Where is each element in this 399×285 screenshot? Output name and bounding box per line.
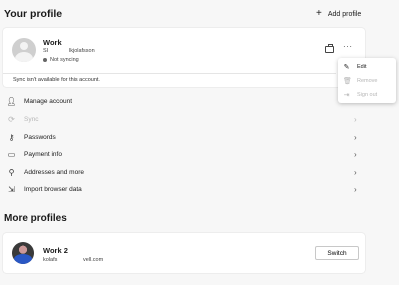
profile-user: kolafs (43, 257, 58, 263)
key-icon: ⚷ (8, 133, 15, 142)
profile-initials: SI (43, 48, 49, 54)
work-profile-icon (325, 44, 334, 53)
settings-item-payment-info[interactable]: ▭ Payment info › (0, 146, 366, 163)
chevron-right-icon: › (354, 150, 357, 159)
import-icon: ⇲ (8, 185, 15, 194)
add-profile-label: Add profile (327, 10, 362, 18)
chevron-right-icon: › (354, 168, 357, 177)
settings-item-manage-account[interactable]: 👤︎ Manage account (0, 93, 366, 110)
chevron-right-icon: › (354, 133, 357, 142)
profile-name: Work (43, 38, 62, 47)
other-profile-card: Work 2 kolafs vell.com Switch (3, 233, 365, 273)
settings-item-label: Sync (24, 116, 39, 123)
trash-icon: 🗑 (343, 78, 352, 85)
location-pin-icon: ⚲ (8, 168, 15, 177)
page-title: Your profile (4, 8, 63, 20)
add-profile-button[interactable]: + Add profile (316, 9, 361, 19)
switch-button[interactable]: Switch (315, 246, 359, 260)
menu-item-label: Remove (357, 78, 378, 84)
person-icon: 👤︎ (6, 97, 17, 106)
settings-item-import-data[interactable]: ⇲ Import browser data › (0, 181, 366, 198)
settings-item-label: Payment info (24, 151, 62, 158)
plus-icon: + (316, 8, 322, 19)
avatar (12, 38, 36, 62)
menu-item-edit[interactable]: ✎ Edit (338, 60, 396, 74)
settings-item-passwords[interactable]: ⚷ Passwords › (0, 129, 366, 146)
avatar (12, 242, 34, 264)
chevron-right-icon: › (354, 115, 357, 124)
settings-item-label: Passwords (24, 134, 56, 141)
chevron-right-icon: › (354, 185, 357, 194)
profile-name: Work 2 (43, 246, 68, 255)
settings-item-label: Addresses and more (24, 169, 84, 176)
menu-item-remove[interactable]: 🗑 Remove (338, 74, 396, 88)
settings-item-sync[interactable]: ⟳ Sync › (0, 111, 366, 128)
sync-note: Sync isn't available for this account. (3, 73, 336, 87)
settings-item-label: Manage account (24, 98, 73, 105)
profile-email: lkjolafsson (69, 48, 95, 54)
sync-status-text: Not syncing (50, 57, 79, 63)
more-options-icon[interactable]: ··· (343, 42, 353, 51)
profile-domain: vell.com (83, 257, 104, 263)
edit-icon: ✎ (343, 64, 350, 71)
sync-status-icon (43, 58, 47, 62)
credit-card-icon: ▭ (7, 150, 16, 159)
settings-item-label: Import browser data (24, 186, 82, 193)
more-profiles-title: More profiles (4, 213, 67, 224)
settings-item-addresses[interactable]: ⚲ Addresses and more › (0, 164, 366, 181)
menu-item-label: Edit (357, 64, 367, 70)
sync-icon: ⟳ (8, 115, 15, 124)
sync-status: Not syncing (43, 57, 79, 63)
